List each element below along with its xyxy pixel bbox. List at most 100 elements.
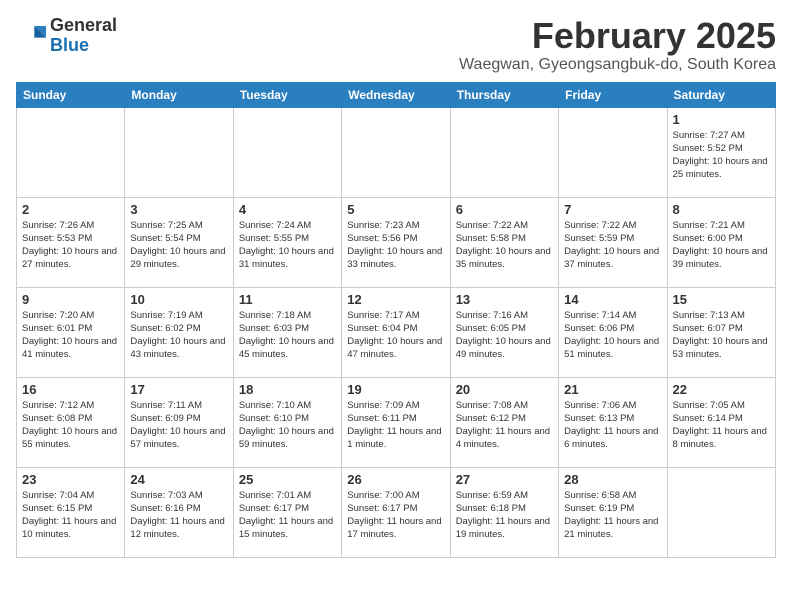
logo-text: General Blue [50, 16, 117, 56]
page-header: General Blue February 2025 Waegwan, Gyeo… [16, 16, 776, 74]
day-info: Sunrise: 7:12 AM Sunset: 6:08 PM Dayligh… [22, 399, 119, 452]
day-number: 8 [673, 202, 770, 217]
day-info: Sunrise: 7:01 AM Sunset: 6:17 PM Dayligh… [239, 489, 336, 542]
day-info: Sunrise: 7:22 AM Sunset: 5:58 PM Dayligh… [456, 219, 553, 272]
location-subtitle: Waegwan, Gyeongsangbuk-do, South Korea [459, 56, 776, 74]
day-info: Sunrise: 7:19 AM Sunset: 6:02 PM Dayligh… [130, 309, 227, 362]
day-info: Sunrise: 6:59 AM Sunset: 6:18 PM Dayligh… [456, 489, 553, 542]
week-row-1: 1Sunrise: 7:27 AM Sunset: 5:52 PM Daylig… [17, 107, 776, 197]
day-cell [17, 107, 125, 197]
weekday-header-row: SundayMondayTuesdayWednesdayThursdayFrid… [17, 82, 776, 107]
day-info: Sunrise: 7:25 AM Sunset: 5:54 PM Dayligh… [130, 219, 227, 272]
day-number: 20 [456, 382, 553, 397]
day-cell [559, 107, 667, 197]
day-number: 9 [22, 292, 119, 307]
day-number: 19 [347, 382, 444, 397]
day-info: Sunrise: 7:00 AM Sunset: 6:17 PM Dayligh… [347, 489, 444, 542]
day-number: 7 [564, 202, 661, 217]
day-number: 25 [239, 472, 336, 487]
day-number: 26 [347, 472, 444, 487]
day-info: Sunrise: 7:24 AM Sunset: 5:55 PM Dayligh… [239, 219, 336, 272]
day-info: Sunrise: 6:58 AM Sunset: 6:19 PM Dayligh… [564, 489, 661, 542]
day-number: 23 [22, 472, 119, 487]
day-cell: 26 Sunrise: 7:00 AM Sunset: 6:17 PM Dayli… [342, 467, 450, 557]
week-row-4: 16 Sunrise: 7:12 AM Sunset: 6:08 PM Dayli… [17, 377, 776, 467]
day-number: 3 [130, 202, 227, 217]
day-number: 11 [239, 292, 336, 307]
day-number: 22 [673, 382, 770, 397]
day-cell: 23 Sunrise: 7:04 AM Sunset: 6:15 PM Dayli… [17, 467, 125, 557]
day-cell: 27Sunrise: 6:59 AM Sunset: 6:18 PM Dayli… [450, 467, 558, 557]
day-cell: 11 Sunrise: 7:18 AM Sunset: 6:03 PM Dayli… [233, 287, 341, 377]
day-number: 24 [130, 472, 227, 487]
day-number: 2 [22, 202, 119, 217]
weekday-header-monday: Monday [125, 82, 233, 107]
day-info: Sunrise: 7:16 AM Sunset: 6:05 PM Dayligh… [456, 309, 553, 362]
day-info: Sunrise: 7:21 AM Sunset: 6:00 PM Dayligh… [673, 219, 770, 272]
day-cell: 21 Sunrise: 7:06 AM Sunset: 6:13 PM Dayli… [559, 377, 667, 467]
day-cell: 16 Sunrise: 7:12 AM Sunset: 6:08 PM Dayli… [17, 377, 125, 467]
day-number: 4 [239, 202, 336, 217]
day-cell [667, 467, 775, 557]
logo: General Blue [16, 16, 117, 56]
day-info: Sunrise: 7:23 AM Sunset: 5:56 PM Dayligh… [347, 219, 444, 272]
day-cell: 2 Sunrise: 7:26 AM Sunset: 5:53 PM Daylig… [17, 197, 125, 287]
day-cell [125, 107, 233, 197]
day-info: Sunrise: 7:04 AM Sunset: 6:15 PM Dayligh… [22, 489, 119, 542]
day-info: Sunrise: 7:22 AM Sunset: 5:59 PM Dayligh… [564, 219, 661, 272]
weekday-header-sunday: Sunday [17, 82, 125, 107]
day-cell [233, 107, 341, 197]
day-cell: 15Sunrise: 7:13 AM Sunset: 6:07 PM Dayli… [667, 287, 775, 377]
day-cell: 1Sunrise: 7:27 AM Sunset: 5:52 PM Daylig… [667, 107, 775, 197]
day-cell: 22Sunrise: 7:05 AM Sunset: 6:14 PM Dayli… [667, 377, 775, 467]
day-cell: 12 Sunrise: 7:17 AM Sunset: 6:04 PM Dayli… [342, 287, 450, 377]
day-cell: 20 Sunrise: 7:08 AM Sunset: 6:12 PM Dayli… [450, 377, 558, 467]
day-info: Sunrise: 7:17 AM Sunset: 6:04 PM Dayligh… [347, 309, 444, 362]
week-row-3: 9 Sunrise: 7:20 AM Sunset: 6:01 PM Daylig… [17, 287, 776, 377]
weekday-header-wednesday: Wednesday [342, 82, 450, 107]
day-info: Sunrise: 7:10 AM Sunset: 6:10 PM Dayligh… [239, 399, 336, 452]
day-info: Sunrise: 7:26 AM Sunset: 5:53 PM Dayligh… [22, 219, 119, 272]
logo-icon [16, 21, 46, 51]
day-number: 10 [130, 292, 227, 307]
day-cell: 6 Sunrise: 7:22 AM Sunset: 5:58 PM Daylig… [450, 197, 558, 287]
day-number: 18 [239, 382, 336, 397]
weekday-header-saturday: Saturday [667, 82, 775, 107]
day-number: 28 [564, 472, 661, 487]
day-info: Sunrise: 7:06 AM Sunset: 6:13 PM Dayligh… [564, 399, 661, 452]
day-cell: 10 Sunrise: 7:19 AM Sunset: 6:02 PM Dayli… [125, 287, 233, 377]
day-cell: 13 Sunrise: 7:16 AM Sunset: 6:05 PM Dayli… [450, 287, 558, 377]
day-cell: 5 Sunrise: 7:23 AM Sunset: 5:56 PM Daylig… [342, 197, 450, 287]
day-cell: 28 Sunrise: 6:58 AM Sunset: 6:19 PM Dayli… [559, 467, 667, 557]
weekday-header-thursday: Thursday [450, 82, 558, 107]
day-number: 6 [456, 202, 553, 217]
day-info: Sunrise: 7:11 AM Sunset: 6:09 PM Dayligh… [130, 399, 227, 452]
day-cell: 17 Sunrise: 7:11 AM Sunset: 6:09 PM Dayli… [125, 377, 233, 467]
day-number: 12 [347, 292, 444, 307]
day-info: Sunrise: 7:20 AM Sunset: 6:01 PM Dayligh… [22, 309, 119, 362]
day-number: 13 [456, 292, 553, 307]
day-cell: 14Sunrise: 7:14 AM Sunset: 6:06 PM Dayli… [559, 287, 667, 377]
day-info: Sunrise: 7:08 AM Sunset: 6:12 PM Dayligh… [456, 399, 553, 452]
logo-general: General [50, 15, 117, 35]
day-number: 1 [673, 112, 770, 127]
calendar-table: SundayMondayTuesdayWednesdayThursdayFrid… [16, 82, 776, 558]
day-info: Sunrise: 7:13 AM Sunset: 6:07 PM Dayligh… [673, 309, 770, 362]
week-row-5: 23 Sunrise: 7:04 AM Sunset: 6:15 PM Dayli… [17, 467, 776, 557]
title-block: February 2025 Waegwan, Gyeongsangbuk-do,… [459, 16, 776, 74]
month-year-title: February 2025 [459, 16, 776, 56]
day-number: 5 [347, 202, 444, 217]
day-number: 17 [130, 382, 227, 397]
day-cell: 18 Sunrise: 7:10 AM Sunset: 6:10 PM Dayli… [233, 377, 341, 467]
day-cell: 3 Sunrise: 7:25 AM Sunset: 5:54 PM Daylig… [125, 197, 233, 287]
day-cell [342, 107, 450, 197]
weekday-header-tuesday: Tuesday [233, 82, 341, 107]
day-cell: 4 Sunrise: 7:24 AM Sunset: 5:55 PM Daylig… [233, 197, 341, 287]
day-info: Sunrise: 7:03 AM Sunset: 6:16 PM Dayligh… [130, 489, 227, 542]
day-info: Sunrise: 7:18 AM Sunset: 6:03 PM Dayligh… [239, 309, 336, 362]
day-number: 21 [564, 382, 661, 397]
week-row-2: 2 Sunrise: 7:26 AM Sunset: 5:53 PM Daylig… [17, 197, 776, 287]
day-number: 16 [22, 382, 119, 397]
day-info: Sunrise: 7:14 AM Sunset: 6:06 PM Dayligh… [564, 309, 661, 362]
day-cell: 25 Sunrise: 7:01 AM Sunset: 6:17 PM Dayli… [233, 467, 341, 557]
